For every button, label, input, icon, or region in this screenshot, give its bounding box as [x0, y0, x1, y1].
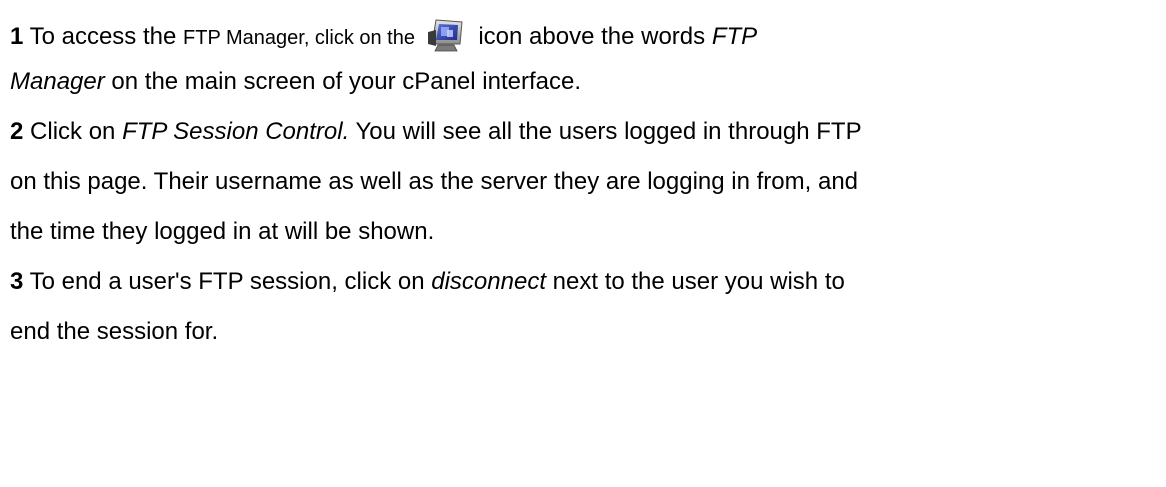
step-number: 1	[10, 23, 24, 50]
step-2-line-2: on this page. Their username as well as …	[10, 168, 858, 196]
step-number: 2	[10, 118, 24, 145]
monitor-icon	[426, 18, 466, 54]
step-text: To end a user's FTP session, click on	[29, 268, 425, 295]
step-text: Manager	[10, 68, 105, 95]
step-text: FTP	[711, 23, 758, 50]
step-text: on this page. Their username as well as …	[10, 168, 859, 195]
step-text: disconnect	[431, 268, 546, 295]
step-text: icon above the words	[478, 23, 706, 50]
step-text: on the main screen of your cPanel interf…	[111, 68, 581, 95]
step-3-line-2: end the session for.	[10, 318, 218, 346]
step-2-line-1: 2 Click on FTP Session Control. You will…	[10, 118, 862, 146]
step-text: the time they logged in at will be shown…	[10, 218, 435, 245]
step-2-line-3: the time they logged in at will be shown…	[10, 218, 434, 246]
step-3-line-1: 3 To end a user's FTP session, click on …	[10, 268, 845, 296]
step-number: 3	[10, 268, 24, 295]
step-text: next to the user you wish to	[552, 268, 845, 295]
step-text: To access the	[29, 23, 177, 50]
step-text: FTP Manager, click on the	[183, 27, 415, 49]
step-text: You will see all the users logged in thr…	[355, 118, 862, 145]
step-text: FTP Session Control.	[122, 118, 350, 145]
step-text: end the session for.	[10, 318, 219, 345]
step-1-line-1: 1 To access the FTP Manager, click on th…	[10, 18, 757, 54]
step-1-line-2: Manager on the main screen of your cPane…	[10, 68, 581, 96]
step-text: Click on	[30, 118, 116, 145]
